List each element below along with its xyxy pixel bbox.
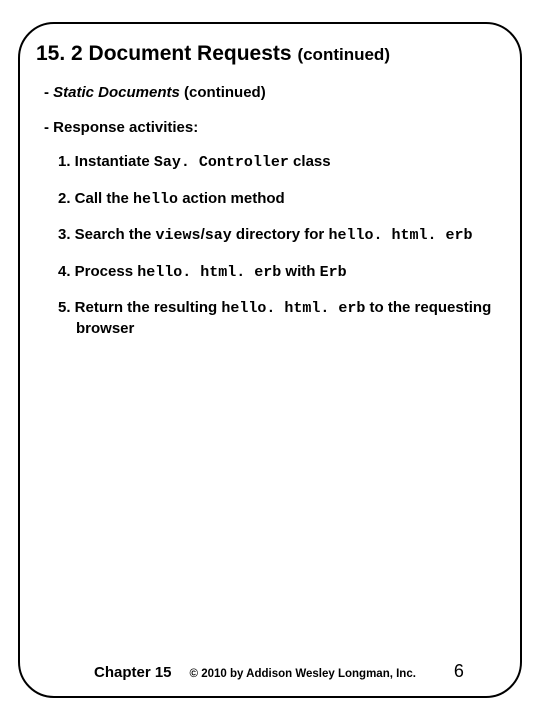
item-text: 4. Process — [58, 263, 137, 280]
list-item: 2. Call the hello action method — [58, 189, 504, 210]
title-continued: (continued) — [297, 45, 390, 64]
subtitle-static-docs: - Static Documents (continued) — [44, 84, 504, 101]
item-text: 1. Instantiate — [58, 153, 154, 170]
list-item: 3. Search the views/say directory for he… — [58, 225, 504, 246]
title-main: 15. 2 Document Requests — [36, 42, 292, 65]
subtitle-response: - Response activities: — [44, 119, 504, 136]
item-code: hello. html. erb — [328, 227, 472, 244]
item-text: 3. Search the — [58, 226, 156, 243]
list-item: 5. Return the resulting hello. html. erb… — [58, 298, 504, 338]
list-item: 4. Process hello. html. erb with Erb — [58, 262, 504, 283]
list-item: 1. Instantiate Say. Controller class — [58, 152, 504, 173]
item-code: hello. html. erb — [137, 264, 281, 281]
item-code: views — [156, 227, 201, 244]
sub1-dash: - — [44, 84, 53, 101]
item-code: hello — [133, 191, 178, 208]
footer-page-number: 6 — [454, 661, 464, 682]
item-code: say — [205, 227, 232, 244]
activity-list: 1. Instantiate Say. Controller class 2. … — [58, 152, 504, 354]
item-code: hello. html. erb — [221, 300, 365, 317]
item-text: 5. Return the resulting — [58, 299, 221, 316]
sub1-rest: (continued) — [180, 84, 266, 101]
item-text: directory for — [232, 226, 329, 243]
item-code: Say. Controller — [154, 154, 289, 171]
item-text: class — [289, 153, 331, 170]
item-text: with — [281, 263, 319, 280]
item-code: Erb — [320, 264, 347, 281]
slide-title: 15. 2 Document Requests (continued) — [36, 42, 504, 66]
slide-footer: Chapter 15 © 2010 by Addison Wesley Long… — [36, 661, 504, 682]
item-text: 2. Call the — [58, 190, 133, 207]
footer-chapter: Chapter 15 — [94, 664, 172, 681]
slide-frame: 15. 2 Document Requests (continued) - St… — [18, 22, 522, 698]
footer-copyright: © 2010 by Addison Wesley Longman, Inc. — [190, 668, 416, 680]
item-text: action method — [178, 190, 285, 207]
sub1-italic: Static Documents — [53, 84, 180, 101]
